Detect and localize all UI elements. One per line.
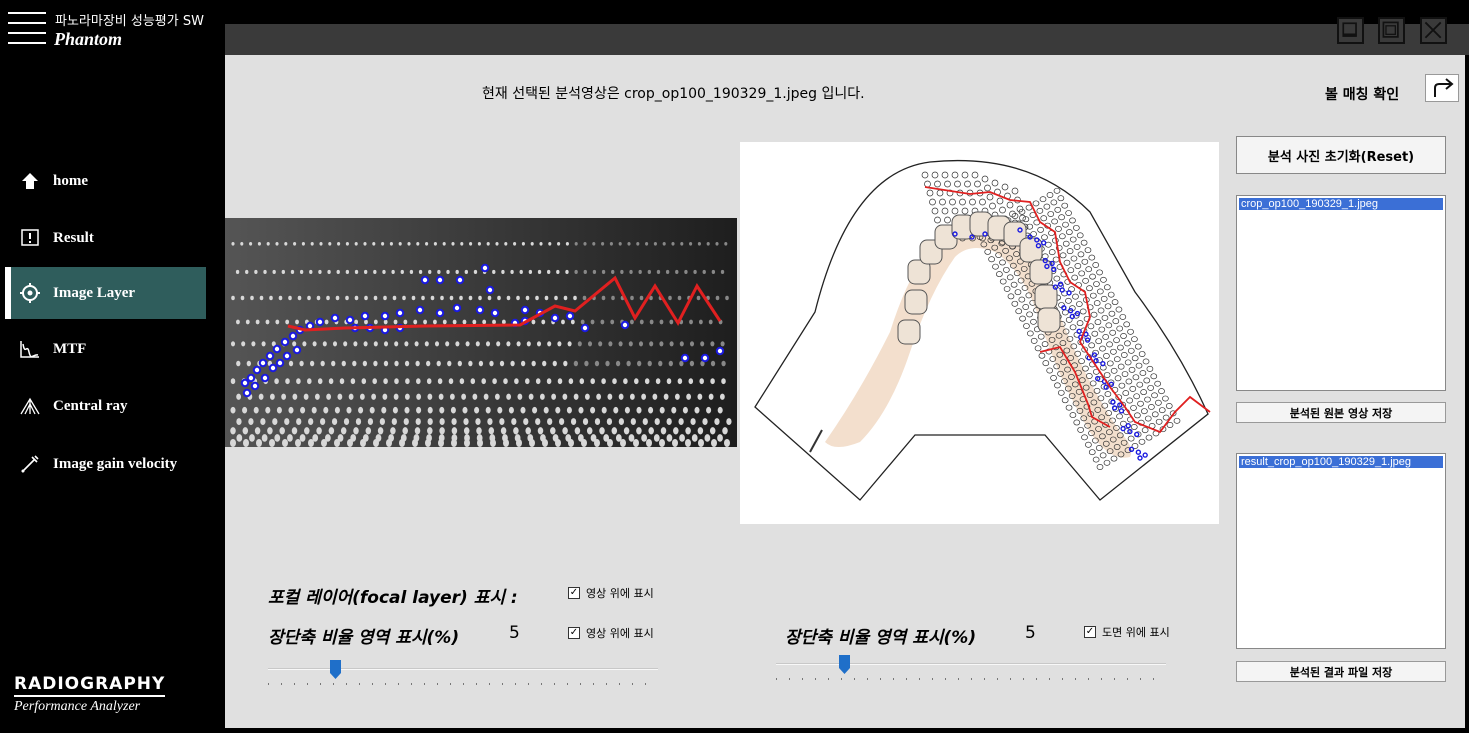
selected-image-text: 현재 선택된 분석영상은 crop_op100_190329_1.jpeg 입니… [482,86,865,102]
nav-item-image-layer[interactable]: Image Layer [5,267,206,319]
ratio-label-left: 장단축 비율 영역 표시(%) [268,628,460,648]
list-item[interactable]: crop_op100_190329_1.jpeg [1239,198,1443,210]
original-image-list[interactable]: crop_op100_190329_1.jpeg [1236,195,1446,391]
nav-label: MTF [53,340,87,357]
maximize-icon [1382,21,1399,38]
mtf-graph-icon [19,338,41,360]
ball-matching-button[interactable] [1425,74,1459,102]
maximize-button[interactable] [1378,17,1405,44]
nav-label: home [53,172,88,189]
brand-sub: Performance Analyzer [14,699,141,714]
close-icon [1424,21,1442,39]
title-strip [225,24,1469,55]
minimize-icon [1342,22,1357,37]
save-original-button[interactable]: 분석된 원본 영상 저장 [1236,402,1446,423]
ratio-label-right: 장단축 비율 영역 표시(%) [785,628,977,648]
pen-icon [19,453,41,475]
nav-label: Central ray [53,397,128,414]
home-icon [19,170,41,192]
app-window: 파노라마장비 성능평가 SW Phantom home Result Image… [0,0,1469,733]
checkbox-label: 도면 위에 표시 [1102,626,1170,639]
nav-item-mtf[interactable]: MTF [5,323,206,375]
ratio-value-left: 5 [509,623,520,643]
main-panel: 현재 선택된 분석영상은 crop_op100_190329_1.jpeg 입니… [225,55,1465,728]
minimize-button[interactable] [1337,17,1364,44]
analysis-image[interactable] [225,218,737,447]
nav-label: Image gain velocity [53,455,178,472]
ratio-slider-left[interactable] [268,658,658,688]
redo-arrow-icon [1434,78,1454,97]
nav-item-home[interactable]: home [5,155,206,207]
focal-layer-checkbox[interactable]: ✓ 영상 위에 표시 [568,585,654,601]
list-item[interactable]: result_crop_op100_190329_1.jpeg [1239,456,1443,468]
slider-thumb[interactable] [839,655,850,674]
save-result-button[interactable]: 분석된 결과 파일 저장 [1236,661,1446,682]
brand-main: RADIOGRAPHY [14,674,166,697]
checkbox-box[interactable]: ✓ [568,587,580,599]
ratio-slider-right[interactable] [776,653,1166,683]
ratio-value-right: 5 [1025,623,1036,643]
checkbox-box[interactable]: ✓ [568,627,580,639]
app-subtitle: 파노라마장비 성능평가 SW [55,14,204,29]
focal-layer-label: 포컬 레이어(focal layer) 표시 : [268,588,518,608]
slider-thumb[interactable] [330,660,341,679]
nav-item-image-gain-velocity[interactable]: Image gain velocity [5,438,206,490]
ratio-checkbox-right[interactable]: ✓ 도면 위에 표시 [1084,624,1170,640]
dental-arch-diagram[interactable] [740,142,1219,524]
ratio-checkbox-left[interactable]: ✓ 영상 위에 표시 [568,625,654,641]
central-ray-icon [19,395,41,417]
target-icon [19,282,41,304]
nav-label: Result [53,229,94,246]
checkbox-box[interactable]: ✓ [1084,626,1096,638]
sidebar: 파노라마장비 성능평가 SW Phantom home Result Image… [0,0,225,733]
menu-icon[interactable] [8,12,46,46]
ball-matching-label: 볼 매칭 확인 [1325,87,1400,103]
checkbox-label: 영상 위에 표시 [586,627,654,640]
info-icon [19,227,41,249]
nav-item-central-ray[interactable]: Central ray [5,380,206,432]
close-button[interactable] [1420,17,1447,44]
app-title: Phantom [54,29,123,49]
result-file-list[interactable]: result_crop_op100_190329_1.jpeg [1236,453,1446,649]
brand-logo: RADIOGRAPHY Performance Analyzer [14,674,166,715]
nav-label: Image Layer [53,284,136,301]
checkbox-label: 영상 위에 표시 [586,587,654,600]
nav-item-result[interactable]: Result [5,212,206,264]
reset-analysis-button[interactable]: 분석 사진 초기화(Reset) [1236,136,1446,174]
